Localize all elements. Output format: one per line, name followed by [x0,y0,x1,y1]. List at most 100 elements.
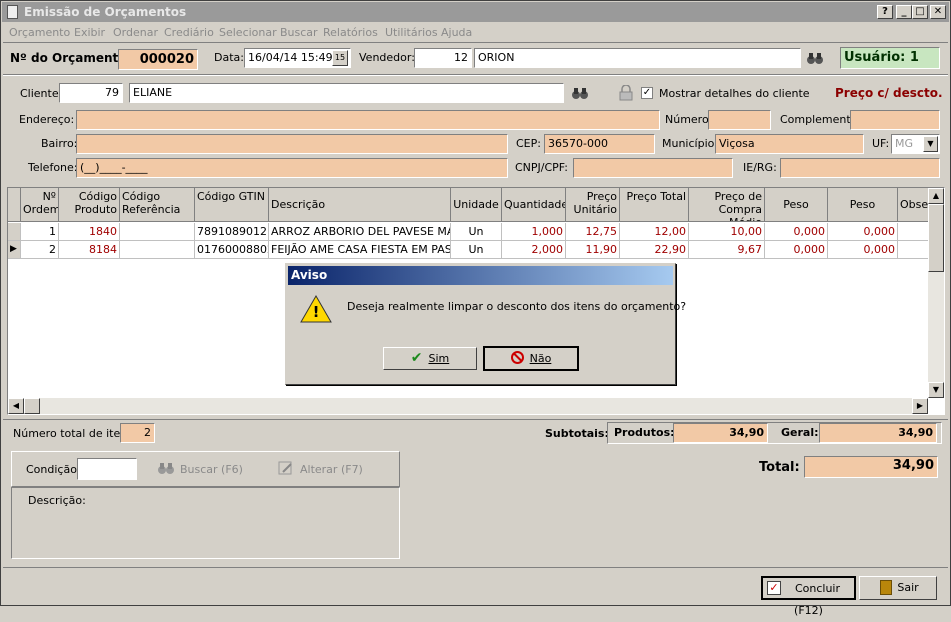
col-header-obs[interactable]: Obser [898,188,930,222]
col-header-ordem[interactable]: Nº Ordem∆ [21,188,59,222]
col-header-descricao[interactable]: Descrição [269,188,451,222]
menu-buscar[interactable]: Buscar [280,26,318,39]
col-header-preco-total[interactable]: Preço Total [620,188,689,222]
cell-preco-compra[interactable]: 9,67 [689,241,765,259]
cell-obs[interactable] [898,241,930,259]
scroll-up-icon[interactable]: ▲ [928,188,944,204]
menu-selecionar[interactable]: Selecionar [219,26,277,39]
current-row-arrow-icon[interactable]: ▶ [8,241,21,259]
geral-total-field: 34,90 [819,423,937,443]
ie-field[interactable] [780,158,940,178]
menu-crediario[interactable]: Crediário [164,26,214,39]
cell-descricao[interactable]: ARROZ ARBORIO DEL PAVESE MA [269,223,451,241]
num-itens-field: 2 [120,423,155,443]
cep-field[interactable]: 36570-000 [544,134,655,154]
nao-button[interactable]: Não [483,346,579,371]
col-header-codigo-referencia[interactable]: Código Referência [120,188,195,222]
menu-exibir[interactable]: Exibir [74,26,105,39]
cell-quantidade[interactable]: 2,000 [502,241,566,259]
nao-label: Não [529,352,552,365]
col-header-codigo-gtin[interactable]: Código GTIN [195,188,269,222]
cell-preco-unitario[interactable]: 12,75 [566,223,620,241]
scroll-left-icon[interactable]: ◀ [8,398,24,414]
col-header-peso-liquido[interactable]: Peso Líquido [828,188,898,222]
mostrar-detalhes-checkbox[interactable]: ✓ [641,87,653,99]
close-button[interactable]: ✕ [930,5,946,19]
vendedor-code-field[interactable]: 12 [414,48,472,68]
col-header-preco-unitario[interactable]: Preço Unitário [566,188,620,222]
col-header-peso-bruto[interactable]: Peso Bruto [765,188,828,222]
buscar-button[interactable]: Buscar (F6) [180,463,243,476]
municipio-field[interactable]: Viçosa [715,134,864,154]
cell-codigo-referencia[interactable] [120,241,195,259]
row-indicator[interactable] [8,223,21,241]
sair-button[interactable]: Sair [859,576,937,600]
horizontal-scroll-thumb[interactable] [24,398,40,414]
cell-codigo-produto[interactable]: 1840 [59,223,120,241]
binoculars-icon[interactable] [571,85,589,101]
cell-ordem[interactable]: 2 [21,241,59,259]
numero-field[interactable] [708,110,771,130]
vendedor-name-field[interactable]: ORION [474,48,801,68]
cell-peso-liquido[interactable]: 0,000 [828,223,898,241]
cell-preco-total[interactable]: 22,90 [620,241,689,259]
bairro-field[interactable] [76,134,508,154]
cell-preco-total[interactable]: 12,00 [620,223,689,241]
concluir-button[interactable]: ✓ Concluir (F12) [761,576,856,617]
maximize-button[interactable]: □ [912,5,928,19]
complemento-field[interactable] [850,110,940,130]
cliente-name-field[interactable]: ELIANE [129,83,564,103]
cell-ordem[interactable]: 1 [21,223,59,241]
condicao-field[interactable] [77,458,137,480]
lock-icon[interactable] [619,84,633,101]
window-title: Emissão de Orçamentos [2,2,949,22]
minimize-button[interactable]: _ [896,5,912,19]
cell-unidade[interactable]: Un [451,241,502,259]
cell-peso-bruto[interactable]: 0,000 [765,241,828,259]
binoculars-icon[interactable] [806,50,824,66]
orcamento-number-field[interactable]: 000020 [118,49,198,70]
checklist-icon: ✓ [767,581,781,595]
col-header-codigo-produto[interactable]: Código Produto [59,188,120,222]
cell-gtin[interactable]: 0176000880247 [195,241,269,259]
menu-orcamento[interactable]: Orçamento [9,26,70,39]
descricao-label: Descrição: [28,494,86,507]
chevron-down-icon[interactable]: ▼ [923,136,938,152]
menu-relatorios[interactable]: Relatórios [323,26,378,39]
cell-preco-unitario[interactable]: 11,90 [566,241,620,259]
check-icon: ✔ [410,350,423,366]
menu-ajuda[interactable]: Ajuda [441,26,472,39]
cell-obs[interactable] [898,223,930,241]
cell-codigo-referencia[interactable] [120,223,195,241]
cell-preco-compra[interactable]: 10,00 [689,223,765,241]
endereco-field[interactable] [76,110,660,130]
cell-codigo-produto[interactable]: 8184 [59,241,120,259]
telefone-field[interactable]: (__)____-____ [76,158,508,178]
condicao-label: Condição: [26,463,81,476]
cell-peso-liquido[interactable]: 0,000 [828,241,898,259]
col-header-quantidade[interactable]: Quantidade [502,188,566,222]
vertical-scroll-thumb[interactable] [928,204,944,272]
cell-unidade[interactable]: Un [451,223,502,241]
cell-descricao[interactable]: FEIJÃO AME CASA FIESTA EM PAST [269,241,451,259]
col-header-preco-compra[interactable]: Preço de Compra Médio [689,188,765,222]
cnpj-field[interactable] [573,158,733,178]
sim-button[interactable]: ✔ Sim [383,347,477,370]
horizontal-scrollbar[interactable] [8,398,928,414]
menu-utilitarios[interactable]: Utilitários [385,26,438,39]
scroll-right-icon[interactable]: ▶ [912,398,928,414]
cliente-code-field[interactable]: 79 [59,83,123,103]
cell-peso-bruto[interactable]: 0,000 [765,223,828,241]
endereco-label: Endereço: [19,113,75,126]
cell-gtin[interactable]: 7891089012131 [195,223,269,241]
cell-quantidade[interactable]: 1,000 [502,223,566,241]
ie-label: IE/RG: [743,161,777,174]
col-header-unidade[interactable]: Unidade [451,188,502,222]
municipio-label: Município: [662,137,719,150]
help-button[interactable]: ? [877,5,893,19]
alterar-button[interactable]: Alterar (F7) [300,463,363,476]
scroll-down-icon[interactable]: ▼ [928,382,944,398]
cliente-label: Cliente: [20,87,63,100]
menu-ordenar[interactable]: Ordenar [113,26,158,39]
calendar-icon[interactable]: 15 [332,50,348,66]
